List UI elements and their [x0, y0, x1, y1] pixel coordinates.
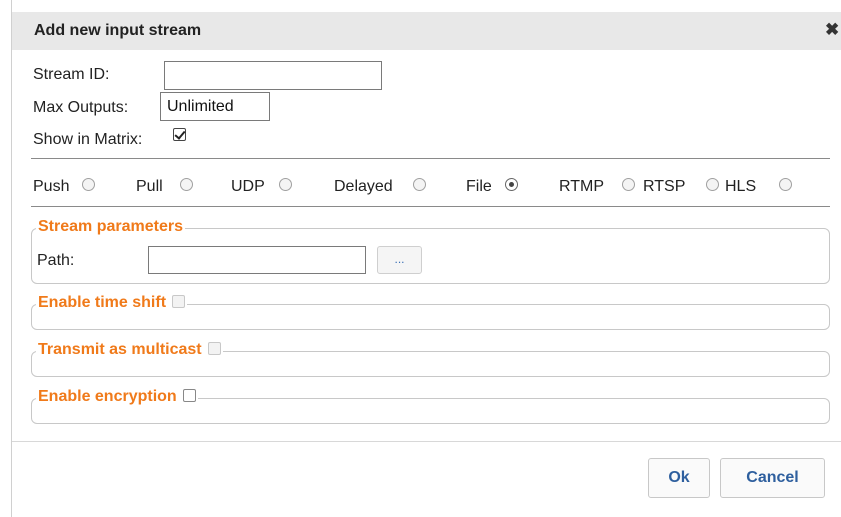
radio-rtmp[interactable]	[622, 178, 635, 191]
max-outputs-input[interactable]	[160, 92, 270, 121]
encryption-group: Enable encryption	[31, 388, 830, 424]
browse-button[interactable]: ...	[377, 246, 422, 274]
encryption-checkbox[interactable]	[182, 389, 196, 402]
stream-id-input[interactable]	[164, 61, 382, 90]
multicast-group: Transmit as multicast	[31, 341, 830, 377]
radio-push[interactable]	[82, 178, 95, 191]
max-outputs-label: Max Outputs:	[33, 99, 129, 116]
multicast-legend: Transmit as multicast	[36, 341, 223, 359]
radio-delayed[interactable]	[413, 178, 426, 191]
time-shift-checkbox[interactable]	[172, 295, 186, 308]
divider-bottom	[31, 206, 830, 207]
radio-label-hls: HLS	[725, 178, 757, 195]
multicast-label: Transmit as multicast	[38, 341, 202, 358]
show-in-matrix-label: Show in Matrix:	[33, 131, 143, 148]
footer-divider	[12, 441, 841, 442]
radio-label-push: Push	[33, 178, 70, 195]
multicast-checkbox[interactable]	[207, 342, 221, 355]
encryption-legend: Enable encryption	[36, 388, 198, 406]
divider-top	[31, 158, 830, 159]
time-shift-group: Enable time shift	[31, 294, 830, 330]
time-shift-label: Enable time shift	[38, 294, 167, 311]
show-in-matrix-checkbox[interactable]	[173, 128, 186, 141]
radio-pull[interactable]	[180, 178, 193, 191]
radio-label-rtsp: RTSP	[643, 178, 686, 195]
cancel-button[interactable]: Cancel	[720, 458, 825, 498]
dialog-border	[11, 0, 12, 517]
stream-parameters-legend: Stream parameters	[36, 218, 185, 236]
dialog-titlebar: Add new input stream ✖	[12, 12, 841, 50]
radio-hls[interactable]	[779, 178, 792, 191]
radio-label-udp: UDP	[231, 178, 265, 195]
stream-id-label: Stream ID:	[33, 66, 110, 83]
radio-label-delayed: Delayed	[334, 178, 393, 195]
radio-file[interactable]	[505, 178, 518, 191]
encryption-label: Enable encryption	[38, 388, 177, 405]
time-shift-legend: Enable time shift	[36, 294, 188, 312]
radio-rtsp[interactable]	[706, 178, 719, 191]
path-input[interactable]	[148, 246, 366, 274]
radio-label-pull: Pull	[136, 178, 163, 195]
ok-button[interactable]: Ok	[648, 458, 710, 498]
close-icon[interactable]: ✖	[825, 21, 839, 38]
path-label: Path:	[37, 252, 75, 269]
dialog-title: Add new input stream	[34, 22, 202, 39]
radio-udp[interactable]	[279, 178, 292, 191]
add-input-stream-dialog: Add new input stream ✖ Stream ID: Max Ou…	[0, 0, 841, 517]
radio-label-rtmp: RTMP	[559, 178, 605, 195]
radio-label-file: File	[466, 178, 492, 195]
